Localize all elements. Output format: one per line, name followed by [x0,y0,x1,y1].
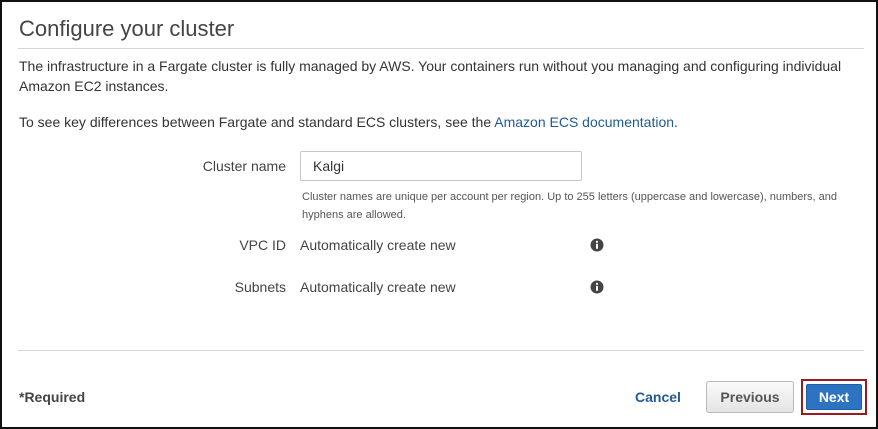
title-divider [18,48,864,49]
ecs-documentation-link[interactable]: Amazon ECS documentation [494,114,674,130]
required-note: *Required [19,389,86,405]
vpc-id-label: VPC ID [239,237,286,253]
configure-cluster-panel: Configure your cluster The infrastructur… [0,0,878,429]
subnets-label: Subnets [234,279,286,295]
cluster-name-label: Cluster name [202,158,286,174]
cluster-name-help: Cluster names are unique per account per… [302,191,838,221]
differences-end: . [674,114,678,130]
footer-divider [18,350,864,351]
cluster-name-input[interactable] [300,151,582,181]
subnets-value: Automatically create new [300,279,456,295]
info-icon[interactable] [590,280,604,294]
info-icon[interactable] [590,238,604,252]
vpc-id-value: Automatically create new [300,237,456,253]
intro-text: The infrastructure in a Fargate cluster … [19,58,842,94]
cancel-button[interactable]: Cancel [628,381,688,413]
next-button[interactable]: Next [806,384,862,410]
page-title: Configure your cluster [19,16,235,41]
previous-button[interactable]: Previous [706,381,794,413]
differences-lead: To see key differences between Fargate a… [19,114,495,130]
differences-text: To see key differences between Fargate a… [19,112,859,132]
